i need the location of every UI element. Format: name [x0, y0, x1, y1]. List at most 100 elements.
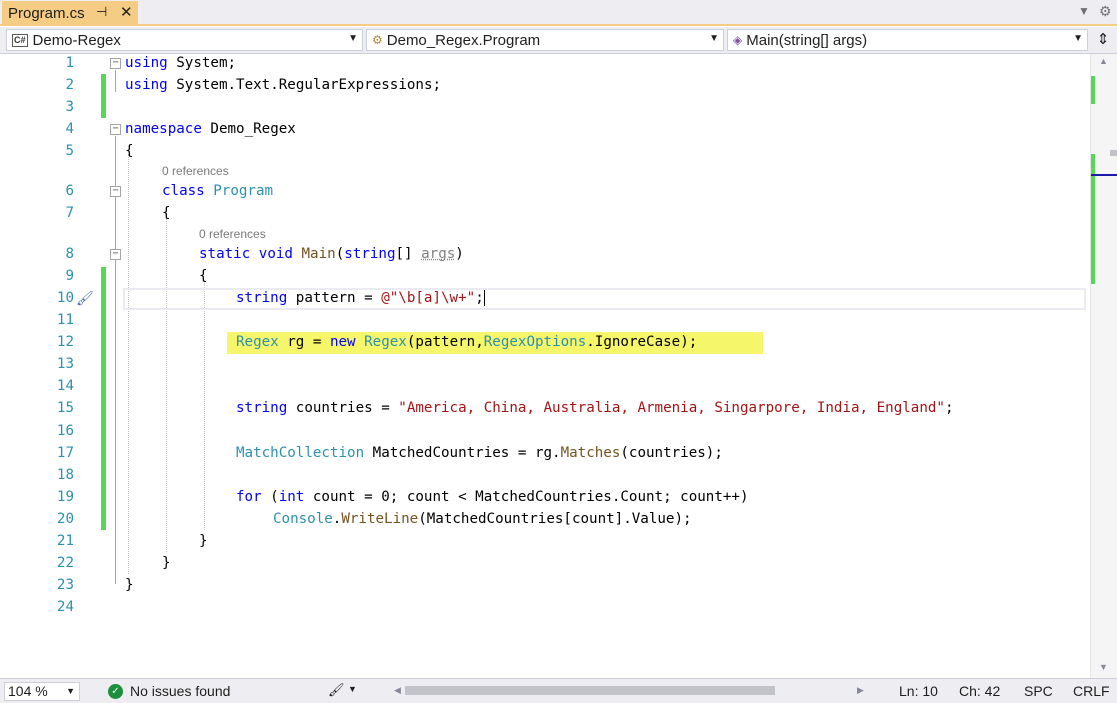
line-number: 14 — [56, 378, 74, 394]
whitespace-indicator[interactable]: SPC — [1024, 683, 1053, 699]
line-number: 10 — [56, 290, 74, 306]
quick-actions-icon[interactable]: 🖌 — [76, 290, 94, 307]
line-number: 8 — [65, 246, 74, 262]
line-number: 5 — [65, 143, 74, 159]
code-editor[interactable]: 1 2 3 4 5 6 7 8 9 10 11 12 13 14 15 16 1… — [0, 54, 1090, 678]
vertical-scrollbar[interactable]: ▲ ▼ — [1090, 54, 1117, 678]
collapse-icon[interactable]: − — [110, 124, 121, 135]
collapse-icon[interactable]: − — [110, 249, 121, 260]
code-line: Console.WriteLine(MatchedCountries[count… — [273, 511, 692, 527]
code-line: using System.Text.RegularExpressions; — [125, 77, 442, 93]
project-dropdown[interactable]: C# Demo-Regex ▼ — [6, 29, 363, 51]
zoom-dropdown[interactable]: 104 % ▼ — [4, 682, 80, 701]
document-tab-strip: Program.cs ⊣ ✕ ▼ ⚙ — [0, 0, 1117, 26]
change-indicator — [101, 74, 106, 118]
horizontal-scrollbar-thumb[interactable] — [405, 686, 775, 695]
line-number: 12 — [56, 334, 74, 350]
scrollbar-thumb[interactable] — [1110, 150, 1117, 156]
outline-line — [115, 136, 116, 584]
code-line: namespace Demo_Regex — [125, 121, 296, 137]
line-number: 16 — [56, 423, 74, 439]
collapse-icon[interactable]: − — [110, 58, 121, 69]
chevron-down-icon: ▼ — [348, 33, 358, 44]
check-circle-icon: ✓ — [108, 683, 123, 699]
gear-icon[interactable]: ⚙ — [1099, 3, 1112, 20]
outline-line — [115, 70, 116, 92]
member-name: Main(string[] args) — [746, 31, 868, 49]
code-line: MatchCollection MatchedCountries = rg.Ma… — [236, 445, 723, 461]
chevron-down-icon: ▼ — [66, 686, 75, 696]
code-line: { — [199, 268, 208, 284]
line-number: 3 — [65, 99, 74, 115]
indent-guide — [204, 280, 205, 530]
line-number: 6 — [65, 183, 74, 199]
navigation-bar: C# Demo-Regex ▼ ⚙ Demo_Regex.Program ▼ ◈… — [0, 27, 1117, 54]
code-line: class Program — [162, 183, 274, 199]
line-number: 17 — [56, 445, 74, 461]
code-lens-references[interactable]: 0 references — [199, 227, 266, 241]
class-icon: ⚙ — [372, 33, 383, 47]
split-window-icon[interactable]: ⇕ — [1092, 30, 1114, 50]
code-line: { — [162, 205, 171, 221]
line-number: 4 — [65, 121, 74, 137]
code-line: string countries = "America, China, Aust… — [236, 400, 954, 416]
line-number: 21 — [56, 533, 74, 549]
scroll-up-icon[interactable]: ▲ — [1099, 56, 1108, 66]
code-lens-references[interactable]: 0 references — [162, 164, 229, 178]
chevron-down-icon: ▼ — [709, 33, 719, 44]
line-number: 19 — [56, 489, 74, 505]
code-line: } — [199, 533, 208, 549]
code-line: } — [125, 577, 134, 593]
line-number: 24 — [56, 599, 74, 615]
line-number: 23 — [56, 577, 74, 593]
chevron-down-icon: ▼ — [1073, 33, 1083, 44]
scroll-down-icon[interactable]: ▼ — [1099, 662, 1108, 672]
editor-status-bar: 104 % ▼ ✓ No issues found 🖌 ▼ ◀ ▶ Ln: 10… — [0, 678, 1117, 703]
member-dropdown[interactable]: ◈ Main(string[] args) ▼ — [727, 29, 1088, 51]
line-number: 13 — [56, 356, 74, 372]
code-line: using System; — [125, 55, 237, 71]
line-number: 1 — [65, 55, 74, 71]
close-icon[interactable]: ✕ — [120, 3, 133, 21]
code-line: Regex rg = new Regex(pattern,RegexOption… — [236, 334, 698, 350]
code-line: static void Main(string[] args) — [199, 246, 464, 262]
scrollbar-caret-marker — [1091, 174, 1117, 176]
collapse-icon[interactable]: − — [110, 186, 121, 197]
csharp-project-icon: C# — [12, 33, 28, 47]
change-indicator — [101, 267, 106, 530]
indent-guide — [166, 218, 167, 552]
method-icon: ◈ — [733, 33, 743, 47]
code-cleanup-icon[interactable]: 🖌 — [328, 682, 345, 698]
class-dropdown[interactable]: ⚙ Demo_Regex.Program ▼ — [366, 29, 724, 51]
line-number: 9 — [65, 268, 74, 284]
column-indicator[interactable]: Ch: 42 — [959, 683, 1000, 699]
code-line: string pattern = @"\b[a]\w+";​ — [236, 290, 485, 306]
line-number: 7 — [65, 205, 74, 221]
line-number: 20 — [56, 511, 74, 527]
zoom-level: 104 % — [8, 683, 48, 699]
line-number: 11 — [56, 312, 74, 328]
indent-guide — [128, 154, 129, 574]
tab-program-cs[interactable]: Program.cs ⊣ ✕ — [2, 1, 138, 25]
line-indicator[interactable]: Ln: 10 — [899, 683, 938, 699]
class-name: Demo_Regex.Program — [386, 31, 541, 49]
code-line: { — [125, 143, 134, 159]
scroll-left-icon[interactable]: ◀ — [394, 685, 401, 696]
line-number: 15 — [56, 400, 74, 416]
scroll-right-icon[interactable]: ▶ — [857, 685, 864, 696]
tab-title: Program.cs — [8, 4, 85, 22]
line-ending-indicator[interactable]: CRLF — [1073, 683, 1110, 699]
line-number: 2 — [65, 77, 74, 93]
issues-indicator[interactable]: ✓ No issues found — [108, 683, 230, 699]
issues-text: No issues found — [130, 683, 231, 699]
editor-gutter: 1 2 3 4 5 6 7 8 9 10 11 12 13 14 15 16 1… — [0, 54, 122, 678]
code-line: for (int count = 0; count < MatchedCount… — [236, 489, 749, 505]
line-number: 18 — [56, 467, 74, 483]
tab-list-dropdown-icon[interactable]: ▼ — [1078, 4, 1090, 18]
scrollbar-change-marker — [1091, 76, 1095, 104]
pin-icon[interactable]: ⊣ — [96, 4, 107, 20]
chevron-down-icon[interactable]: ▼ — [348, 684, 357, 694]
line-number: 22 — [56, 555, 74, 571]
project-name: Demo-Regex — [32, 31, 121, 49]
code-line: } — [162, 555, 171, 571]
